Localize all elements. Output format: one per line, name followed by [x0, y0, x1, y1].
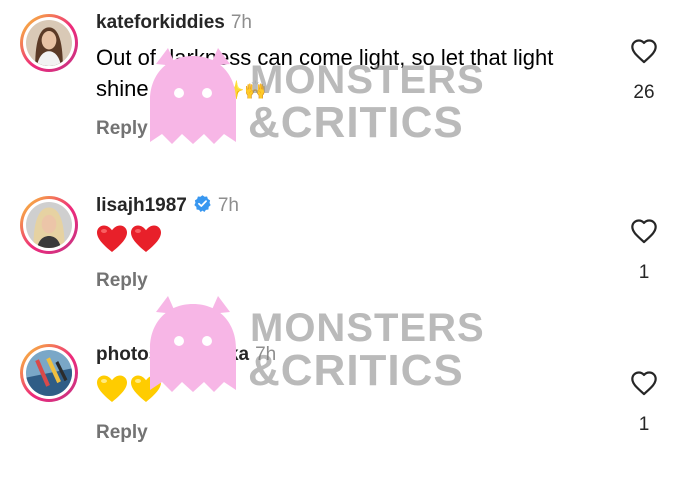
- username[interactable]: lisajh1987: [96, 195, 187, 216]
- like-control: 26: [628, 38, 660, 104]
- like-heart-icon[interactable]: [628, 218, 660, 244]
- comment-text: Out of darkness can come light, so let t…: [96, 45, 554, 101]
- sparkles-clapping-emoji: ✨🙌: [221, 80, 267, 100]
- reply-button[interactable]: Reply: [96, 270, 148, 292]
- like-control: 1: [628, 218, 660, 284]
- username[interactable]: kateforkiddies: [96, 12, 225, 33]
- like-count: 1: [638, 262, 650, 283]
- comment-item: lisajh1987 7h Reply 1: [0, 180, 680, 330]
- like-control: 1: [628, 370, 660, 436]
- user-photo-icon: [26, 20, 72, 66]
- red-heart-emoji: [131, 225, 161, 252]
- like-heart-icon[interactable]: [628, 38, 660, 64]
- verified-badge-icon: [194, 195, 211, 213]
- user-photo-icon: [26, 350, 72, 396]
- like-count: 1: [638, 414, 650, 435]
- user-photo-icon: [26, 202, 72, 248]
- timestamp: 7h: [255, 344, 277, 365]
- like-count: 26: [633, 82, 655, 103]
- avatar[interactable]: [20, 344, 78, 402]
- yellow-heart-emoji: [97, 375, 127, 402]
- comment-emojis: [96, 224, 162, 256]
- like-heart-icon[interactable]: [628, 370, 660, 396]
- timestamp: 7h: [217, 195, 239, 216]
- comment-item: kateforkiddies 7h Out of darkness can com…: [0, 0, 680, 150]
- red-heart-emoji: [97, 225, 127, 252]
- timestamp: 7h: [230, 12, 252, 33]
- reply-button[interactable]: Reply: [96, 118, 148, 140]
- reply-button[interactable]: Reply: [96, 422, 148, 444]
- comment-emojis: [96, 374, 162, 406]
- username[interactable]: photosofsrilanka: [96, 344, 249, 365]
- yellow-heart-emoji: [131, 375, 161, 402]
- avatar[interactable]: [20, 14, 78, 72]
- avatar[interactable]: [20, 196, 78, 254]
- comment-item: photosofsrilanka 7h Reply 1: [0, 330, 680, 480]
